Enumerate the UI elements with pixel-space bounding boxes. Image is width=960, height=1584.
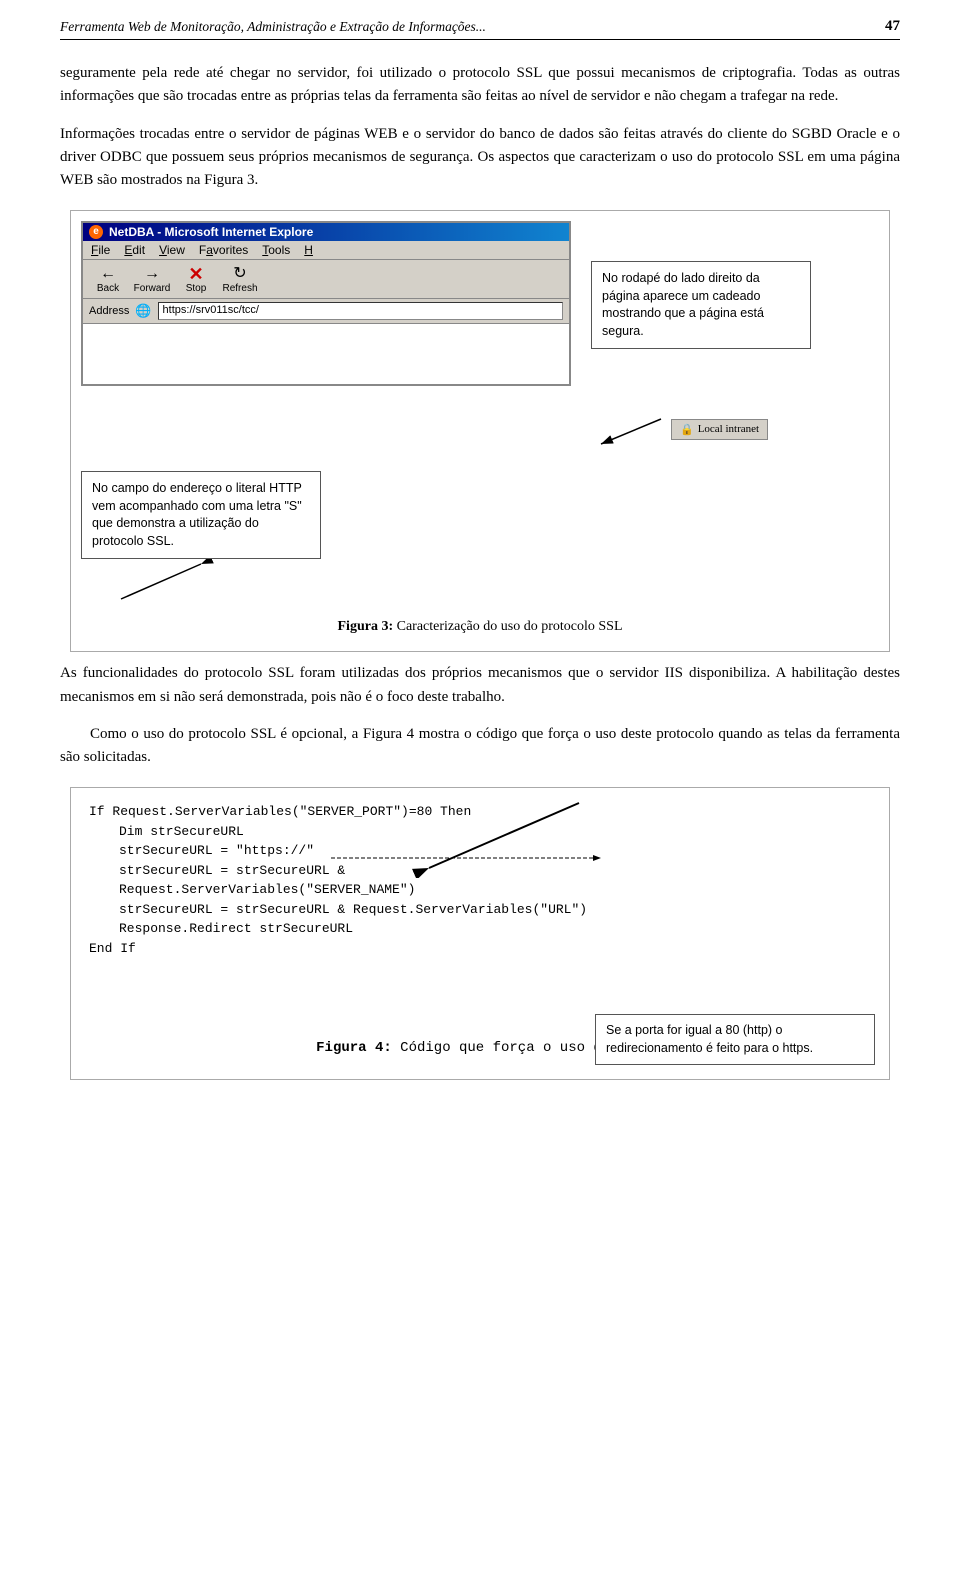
figure3-caption-bold: Figura 3: bbox=[338, 619, 394, 634]
browser-menubar: File Edit View Favorites Tools H bbox=[83, 241, 569, 260]
back-button[interactable]: ← Back bbox=[89, 264, 127, 294]
statusbar-text: Local intranet bbox=[698, 423, 759, 435]
forward-button[interactable]: → Forward bbox=[133, 264, 171, 294]
menu-help[interactable]: H bbox=[304, 243, 313, 257]
code-block: If Request.ServerVariables("SERVER_PORT"… bbox=[89, 802, 871, 958]
paragraph-1: seguramente pela rede até chegar no serv… bbox=[60, 62, 900, 109]
callout-arrow-svg bbox=[101, 559, 221, 609]
figure4-box: If Request.ServerVariables("SERVER_PORT"… bbox=[70, 787, 890, 1080]
paragraph-6: Como o uso do protocolo SSL é opcional, … bbox=[60, 723, 900, 770]
browser-simulation: e NetDBA - Microsoft Internet Explore Fi… bbox=[81, 221, 571, 386]
code-callout: Se a porta for igual a 80 (http) o redir… bbox=[595, 1014, 875, 1065]
menu-edit[interactable]: Edit bbox=[124, 243, 145, 257]
arrow-svg bbox=[591, 409, 671, 449]
code-line-8: End If bbox=[89, 939, 871, 959]
browser-toolbar: ← Back → Forward ✕ Stop ↻ Refresh bbox=[83, 260, 569, 299]
code-line-6: strSecureURL = strSecureURL & Request.Se… bbox=[89, 900, 871, 920]
browser-title: NetDBA - Microsoft Internet Explore bbox=[109, 225, 313, 239]
code-line-3: strSecureURL = "https://" bbox=[89, 841, 871, 861]
menu-view[interactable]: View bbox=[159, 243, 185, 257]
browser-icon: e bbox=[89, 225, 103, 239]
browser-content bbox=[83, 324, 569, 384]
callout-bottom-left: No campo do endereço o literal HTTP vem … bbox=[81, 471, 321, 559]
address-label: Address bbox=[89, 305, 129, 317]
page-header: Ferramenta Web de Monitoração, Administr… bbox=[60, 18, 900, 40]
address-icon: 🌐 bbox=[135, 303, 151, 319]
code-line-5: Request.ServerVariables("SERVER_NAME") bbox=[89, 880, 871, 900]
back-icon: ← bbox=[100, 264, 116, 283]
code-line-4: strSecureURL = strSecureURL & bbox=[89, 861, 871, 881]
figure4-caption-bold: Figura 4: bbox=[316, 1040, 392, 1056]
figure3-box: e NetDBA - Microsoft Internet Explore Fi… bbox=[70, 210, 890, 652]
stop-label: Stop bbox=[186, 283, 207, 294]
stop-button[interactable]: ✕ Stop bbox=[177, 265, 215, 294]
code-line-1: If Request.ServerVariables("SERVER_PORT"… bbox=[89, 802, 871, 822]
figure3-caption: Figura 3: Caracterização do uso do proto… bbox=[81, 619, 879, 635]
callout-right: No rodapé do lado direito da página apar… bbox=[591, 261, 811, 349]
forward-icon: → bbox=[144, 264, 160, 283]
refresh-button[interactable]: ↻ Refresh bbox=[221, 264, 259, 294]
header-title: Ferramenta Web de Monitoração, Administr… bbox=[60, 19, 486, 35]
paragraph-5: As funcionalidades do protocolo SSL fora… bbox=[60, 662, 900, 709]
browser-addressbar: Address 🌐 https://srv011sc/tcc/ bbox=[83, 299, 569, 324]
page-container: Ferramenta Web de Monitoração, Administr… bbox=[0, 0, 960, 1584]
body-text-block: seguramente pela rede até chegar no serv… bbox=[60, 62, 900, 192]
header-page: 47 bbox=[885, 18, 900, 35]
refresh-label: Refresh bbox=[222, 283, 257, 294]
address-input[interactable]: https://srv011sc/tcc/ bbox=[158, 302, 563, 320]
menu-file[interactable]: File bbox=[91, 243, 110, 257]
back-label: Back bbox=[97, 283, 119, 294]
figure3-caption-text: Caracterização do uso do protocolo SSL bbox=[393, 619, 622, 634]
paragraph-3: Informações trocadas entre o servidor de… bbox=[60, 123, 900, 193]
figure3-inner: e NetDBA - Microsoft Internet Explore Fi… bbox=[81, 221, 879, 449]
statusbar-icon-box: 🔒 Local intranet bbox=[671, 419, 768, 440]
code-line-2: Dim strSecureURL bbox=[89, 822, 871, 842]
arrow-area: 🔒 Local intranet bbox=[591, 409, 768, 449]
refresh-icon: ↻ bbox=[233, 264, 246, 283]
figure3-bottom: No campo do endereço o literal HTTP vem … bbox=[81, 459, 879, 609]
menu-tools[interactable]: Tools bbox=[262, 243, 290, 257]
stop-icon: ✕ bbox=[188, 265, 203, 283]
forward-label: Forward bbox=[134, 283, 171, 294]
menu-favorites[interactable]: Favorites bbox=[199, 243, 248, 257]
body-text-block2: As funcionalidades do protocolo SSL fora… bbox=[60, 662, 900, 769]
browser-titlebar: e NetDBA - Microsoft Internet Explore bbox=[83, 223, 569, 241]
code-line-7: Response.Redirect strSecureURL bbox=[89, 919, 871, 939]
lock-icon: 🔒 bbox=[680, 423, 694, 436]
